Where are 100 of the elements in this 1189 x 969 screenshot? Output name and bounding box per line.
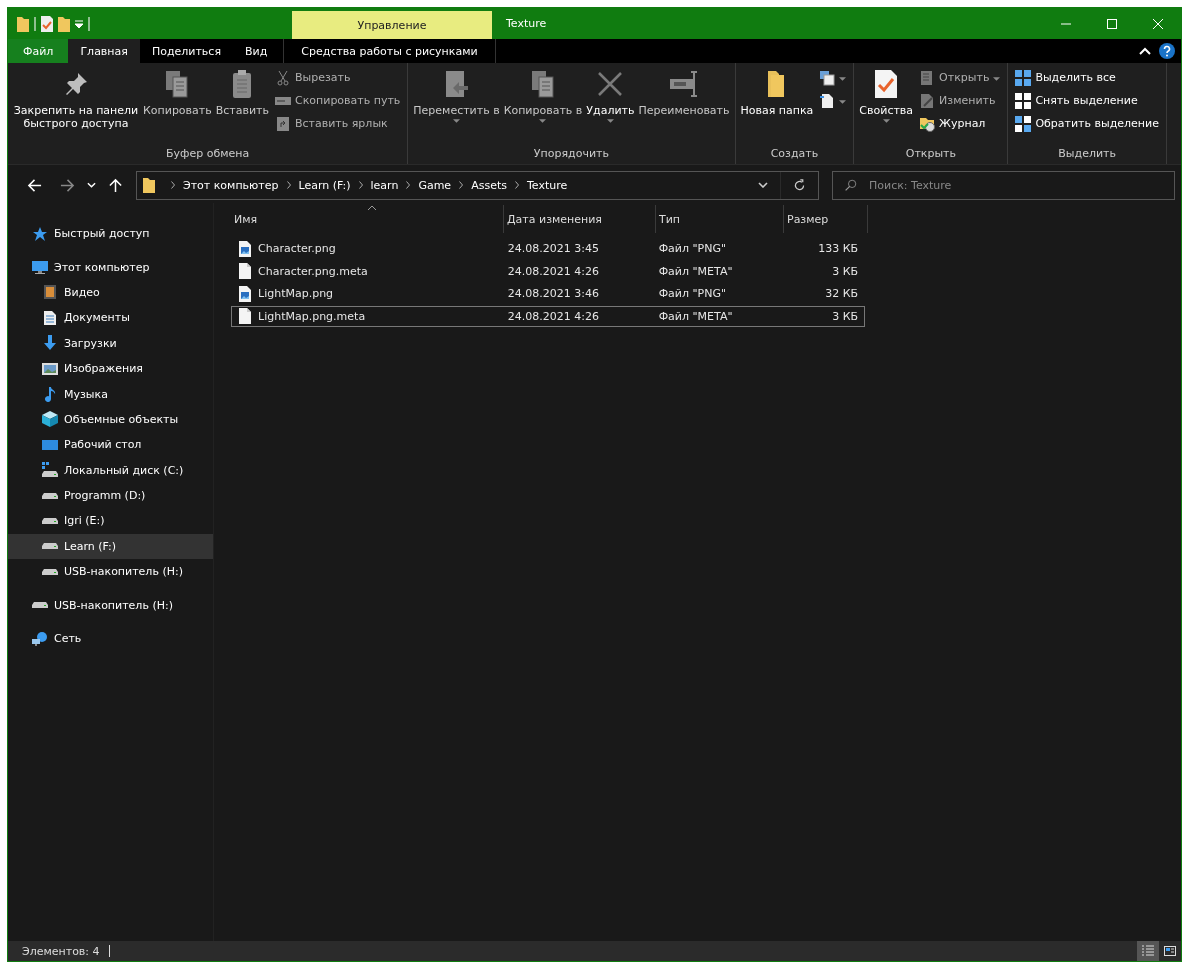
group-label: Упорядочить — [532, 147, 610, 162]
item-count: Элементов: 4 — [22, 944, 100, 958]
column-header[interactable]: Размер — [784, 205, 868, 233]
ribbon-tab[interactable]: Главная — [68, 39, 140, 63]
file-icon — [239, 263, 251, 279]
file-row[interactable]: LightMap.png.meta 24.08.2021 4:26 Файл "META" 3 КБ — [231, 305, 865, 327]
chevron-right-icon — [514, 181, 519, 189]
table-cell: 32 КБ — [825, 287, 858, 300]
window-title: Texture — [505, 16, 548, 32]
cube-icon — [42, 411, 58, 428]
sidebar-item[interactable]: Музыка — [8, 381, 213, 407]
table-cell: 133 КБ — [818, 242, 858, 255]
help-icon[interactable] — [1159, 43, 1175, 59]
grid-icon — [1015, 69, 1032, 86]
sidebar-item[interactable]: Programm (D:) — [8, 482, 213, 509]
drive-icon — [42, 492, 58, 499]
table-cell: 24.08.2021 3:46 — [507, 287, 599, 300]
sidebar-item[interactable]: Локальный диск (C:) — [8, 457, 213, 483]
grid-icon — [1015, 92, 1032, 109]
tiles-icon — [1164, 945, 1176, 957]
drive-icon — [42, 568, 58, 575]
ribbon-button[interactable] — [819, 68, 847, 87]
image-file-icon — [239, 285, 251, 302]
group-label: Создать — [769, 147, 820, 162]
table-cell: 3 КБ — [832, 309, 858, 323]
image-file-icon — [239, 240, 251, 257]
sidebar-item[interactable]: Быстрый доступ — [8, 221, 213, 247]
group-label: Выделить — [1057, 147, 1117, 162]
sidebar-item[interactable]: Документы — [8, 305, 213, 331]
chevron-down-icon[interactable] — [758, 182, 768, 188]
column-header[interactable]: Имя — [231, 205, 504, 233]
chevron-right-icon — [286, 181, 291, 189]
ribbon-button[interactable]: Снять выделение — [1015, 91, 1159, 110]
sidebar-item[interactable]: Видео — [8, 279, 213, 306]
breadcrumb-item[interactable]: Game — [418, 178, 452, 192]
group-label: Открыть — [904, 147, 957, 162]
table-cell: Файл "PNG" — [658, 287, 727, 300]
download-arrow-icon — [42, 335, 58, 352]
file-row[interactable]: Character.png 24.08.2021 3:45 Файл "PNG" 133 КБ — [231, 238, 865, 259]
ribbon-button[interactable]: Журнал — [919, 114, 1001, 133]
breadcrumb-item[interactable]: Learn (F:) — [298, 178, 351, 192]
edit-icon — [919, 92, 936, 109]
ribbon-button[interactable]: Выделить все — [1015, 68, 1159, 87]
ribbon-button[interactable]: Обратить выделение — [1015, 114, 1159, 133]
up-arrow-icon[interactable] — [108, 177, 123, 193]
column-header[interactable]: Дата изменения — [504, 205, 656, 233]
file-name: Character.png — [258, 242, 336, 255]
sidebar-item[interactable]: Загрузки — [8, 330, 213, 356]
back-arrow-icon[interactable] — [27, 177, 42, 193]
file-row[interactable]: Character.png.meta 24.08.2021 4:26 Файл "META" 3 КБ — [231, 260, 865, 282]
sidebar-item[interactable]: Этот компьютер — [8, 254, 213, 280]
sidebar-item[interactable]: Объемные объекты — [8, 406, 213, 433]
table-cell: Файл "PNG" — [658, 242, 727, 255]
ribbon-tab[interactable]: Вид — [233, 39, 280, 63]
ribbon-button[interactable]: Удалить — [585, 66, 636, 147]
sidebar-item[interactable]: Сеть — [8, 625, 213, 652]
ribbon-button[interactable]: Новая папка — [739, 66, 815, 147]
breadcrumb-item[interactable]: learn — [370, 178, 399, 192]
table-cell: 3 КБ — [832, 264, 858, 278]
search-field[interactable]: Поиск: Texture — [832, 170, 1175, 200]
collapse-ribbon-icon[interactable] — [1139, 47, 1151, 55]
close-icon — [1153, 18, 1163, 29]
sidebar-item[interactable]: Igri (E:) — [8, 508, 213, 534]
sidebar-item[interactable]: Learn (F:) — [8, 533, 213, 560]
refresh-icon[interactable] — [793, 178, 806, 192]
file-tab[interactable]: Файл — [8, 39, 69, 63]
chevron-right-icon — [171, 181, 175, 189]
sidebar-item[interactable]: USB-накопитель (H:) — [8, 559, 213, 585]
forward-arrow-icon[interactable] — [60, 177, 75, 193]
sidebar-item[interactable]: Рабочий стол — [8, 432, 213, 458]
column-header[interactable]: Тип — [656, 205, 784, 233]
system-drive-icon — [42, 462, 58, 479]
grid-icon — [1015, 115, 1032, 132]
table-cell: Файл "META" — [658, 309, 733, 323]
file-name: Character.png.meta — [258, 264, 368, 278]
sidebar-item[interactable]: Изображения — [8, 355, 213, 382]
drive-icon — [42, 543, 58, 550]
breadcrumb-item[interactable]: Этот компьютер — [183, 178, 279, 192]
sort-caret-icon — [367, 205, 377, 211]
chevron-right-icon — [358, 181, 363, 189]
context-tab-header: Управление — [292, 11, 492, 39]
sidebar-item[interactable]: USB-накопитель (H:) — [8, 592, 213, 618]
document-icon — [42, 309, 58, 326]
dropdown-icon[interactable] — [75, 19, 83, 28]
network-icon — [32, 630, 48, 647]
breadcrumb-item[interactable]: Assets — [471, 178, 507, 192]
picture-icon — [42, 360, 58, 377]
table-cell: 24.08.2021 3:45 — [507, 242, 599, 255]
ribbon-button[interactable] — [819, 91, 847, 110]
file-row[interactable]: LightMap.png 24.08.2021 3:46 Файл "PNG" 32 КБ — [231, 283, 865, 304]
star-icon — [32, 225, 48, 242]
breadcrumb-item[interactable]: Texture — [526, 178, 568, 192]
new-item-icon — [819, 69, 836, 86]
drive-icon — [42, 518, 58, 524]
file-name: LightMap.png.meta — [258, 309, 366, 323]
ribbon-tab[interactable]: Поделиться — [139, 39, 234, 63]
ribbon-button[interactable]: Закрепить на панели быстрого доступа — [12, 66, 140, 147]
address-field[interactable]: Этот компьютер Learn (F:) learn Game Assets Texture — [136, 170, 819, 200]
ribbon-button[interactable]: Свойства — [858, 66, 915, 147]
chevron-right-icon — [459, 181, 464, 189]
